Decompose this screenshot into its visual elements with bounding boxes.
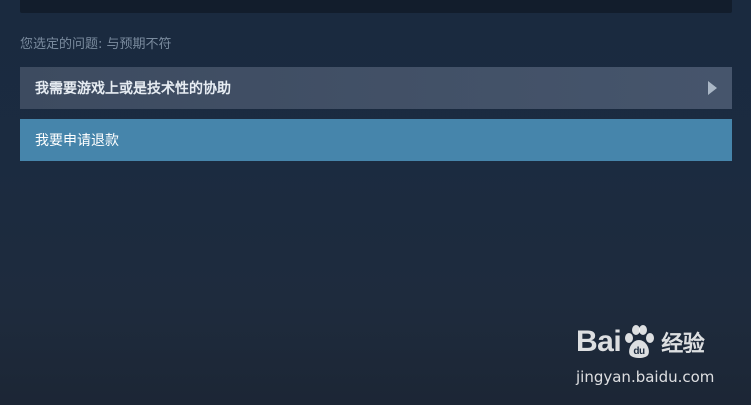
- selected-issue-label: 您选定的问题: 与预期不符: [20, 37, 172, 52]
- top-panel-edge: [20, 0, 732, 13]
- option-technical-help-button[interactable]: 我需要游戏上或是技术性的协助: [20, 67, 732, 109]
- paw-icon: du: [625, 325, 655, 358]
- watermark-brand-prefix: Bai: [576, 325, 622, 358]
- option-request-refund-label: 我要申请退款: [35, 133, 119, 149]
- baidu-jingyan-watermark: Bai du 经验 jingyan.baidu.com: [560, 320, 740, 395]
- svg-text:du: du: [634, 346, 646, 357]
- watermark-logo: Bai du 经验: [576, 320, 705, 364]
- watermark-brand-suffix: 经验: [661, 331, 705, 356]
- option-request-refund-button[interactable]: 我要申请退款: [20, 119, 732, 161]
- chevron-right-icon: [708, 81, 717, 95]
- watermark-url: jingyan.baidu.com: [576, 368, 715, 386]
- option-technical-help-label: 我需要游戏上或是技术性的协助: [35, 81, 231, 97]
